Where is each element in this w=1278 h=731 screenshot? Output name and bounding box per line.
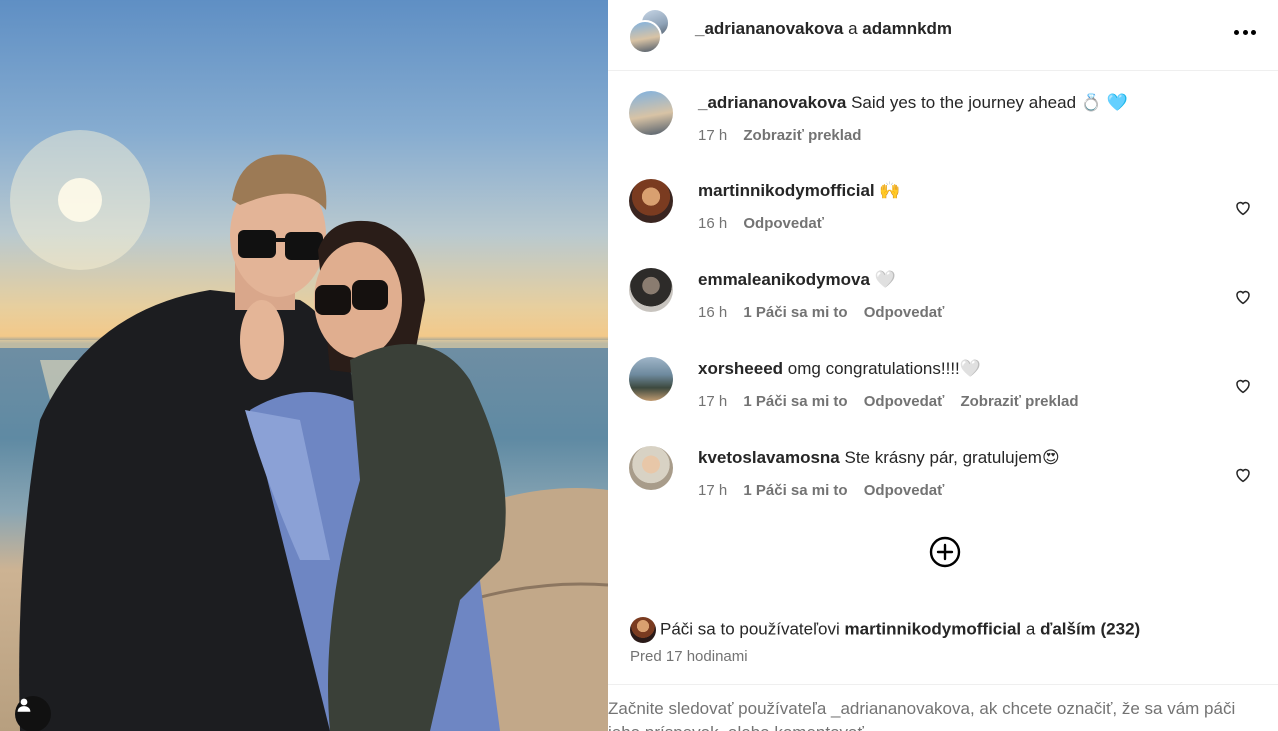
comment-time[interactable]: 16 h: [698, 215, 727, 232]
see-translation-link[interactable]: Zobraziť preklad: [743, 127, 861, 144]
post-photo[interactable]: [0, 0, 608, 731]
comment-username[interactable]: martinnikodymofficial: [698, 181, 875, 200]
comment-body: xorsheeed omg congratulations!!!!🤍: [698, 359, 981, 379]
avatar[interactable]: [629, 357, 673, 401]
avatar[interactable]: [629, 268, 673, 312]
comment-meta: 17 h 1 Páči sa mi to Odpovedať: [698, 482, 956, 499]
more-horizontal-icon-dot: [1251, 29, 1256, 35]
comment-item: xorsheeed omg congratulations!!!!🤍 17 h …: [608, 357, 1278, 437]
comment-username[interactable]: kvetoslavamosna: [698, 448, 840, 467]
comment-likes-link[interactable]: 1 Páči sa mi to: [743, 482, 847, 499]
photo-scene: [0, 130, 608, 731]
liker-username[interactable]: martinnikodymofficial: [845, 619, 1022, 638]
comment-item: kvetoslavamosna Ste krásny pár, gratuluj…: [608, 446, 1278, 526]
comment-likes-link[interactable]: 1 Páči sa mi to: [743, 393, 847, 410]
author-link-1[interactable]: _adriananovakova: [695, 19, 843, 38]
post-header: _adriananovakova a adamnkdm: [608, 0, 1278, 71]
comment-meta: 17 h Zobraziť preklad: [698, 127, 873, 144]
see-translation-link[interactable]: Zobraziť preklad: [960, 393, 1078, 410]
caption-comment: _adriananovakova Said yes to the journey…: [608, 91, 1278, 171]
heart-icon[interactable]: [1234, 199, 1252, 217]
heart-icon[interactable]: [1234, 377, 1252, 395]
reply-button[interactable]: Odpovedať: [743, 215, 824, 232]
post-detail-panel: _adriananovakova a adamnkdm _adriananova…: [608, 0, 1278, 731]
heart-icon[interactable]: [1234, 288, 1252, 306]
post-timestamp[interactable]: Pred 17 hodinami: [630, 648, 748, 665]
comment-body: kvetoslavamosna Ste krásny pár, gratuluj…: [698, 448, 1060, 468]
comment-meta: 16 h Odpovedať: [698, 215, 836, 232]
author-conjunction: a: [848, 19, 858, 38]
plus-circle-icon[interactable]: [929, 536, 961, 568]
comment-meta: 16 h 1 Páči sa mi to Odpovedať: [698, 304, 956, 321]
comment-body: emmaleanikodymova 🤍: [698, 270, 896, 290]
comment-time[interactable]: 17 h: [698, 393, 727, 410]
comment-time[interactable]: 17 h: [698, 127, 727, 144]
comment-text: 🤍: [874, 270, 896, 289]
avatar-adriananovakova[interactable]: [628, 20, 662, 54]
reply-button[interactable]: Odpovedať: [864, 393, 945, 410]
likes-summary: Páči sa to používateľovi martinnikodymof…: [630, 617, 1140, 643]
comment-time[interactable]: 17 h: [698, 482, 727, 499]
likes-others-link[interactable]: ďalším (232): [1040, 619, 1140, 638]
comment-body: martinnikodymofficial 🙌: [698, 181, 901, 201]
comment-username[interactable]: xorsheeed: [698, 359, 783, 378]
reply-button[interactable]: Odpovedať: [864, 304, 945, 321]
comment-meta: 17 h 1 Páči sa mi to Odpovedať Zobraziť …: [698, 393, 1091, 410]
more-horizontal-icon: [1234, 29, 1239, 35]
comment-likes-link[interactable]: 1 Páči sa mi to: [743, 304, 847, 321]
heart-icon[interactable]: [1234, 466, 1252, 484]
author-link-2[interactable]: adamnkdm: [862, 19, 952, 38]
avatar[interactable]: [629, 179, 673, 223]
comment-username[interactable]: emmaleanikodymova: [698, 270, 870, 289]
more-options-button[interactable]: [1234, 28, 1256, 36]
comment-text: Said yes to the journey ahead 💍 🩵: [851, 93, 1128, 112]
comment-body: _adriananovakova Said yes to the journey…: [698, 93, 1128, 113]
avatar[interactable]: [629, 446, 673, 490]
liker-avatar[interactable]: [630, 617, 656, 643]
comment-username[interactable]: _adriananovakova: [698, 93, 846, 112]
login-prompt-text: Začnite sledovať používateľa _adriananov…: [608, 699, 1236, 731]
comment-time[interactable]: 16 h: [698, 304, 727, 321]
likes-joiner: a: [1025, 619, 1036, 639]
more-horizontal-icon-dot: [1242, 29, 1248, 35]
post-authors: _adriananovakova a adamnkdm: [695, 19, 952, 39]
reply-button[interactable]: Odpovedať: [864, 482, 945, 499]
avatar[interactable]: [629, 91, 673, 135]
comment-item: martinnikodymofficial 🙌 16 h Odpovedať: [608, 179, 1278, 259]
comment-text: omg congratulations!!!!🤍: [787, 359, 981, 378]
collab-avatars[interactable]: [628, 8, 672, 54]
comment-text: Ste krásny pár, gratulujem😍: [844, 448, 1060, 467]
login-prompt: Začnite sledovať používateľa _adriananov…: [608, 684, 1278, 731]
user-icon: [17, 698, 31, 712]
comment-item: emmaleanikodymova 🤍 16 h 1 Páči sa mi to…: [608, 268, 1278, 348]
comment-text: 🙌: [879, 181, 901, 200]
tagged-users-button[interactable]: [15, 696, 51, 731]
likes-prefix: Páči sa to používateľovi: [660, 619, 840, 639]
